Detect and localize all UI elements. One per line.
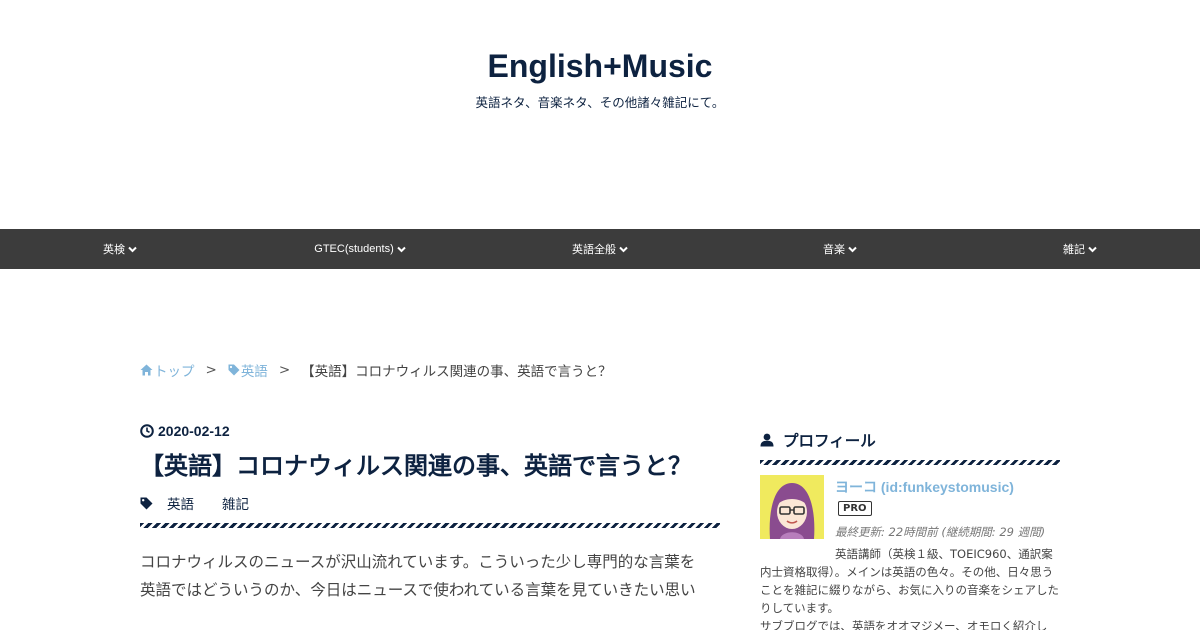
nav-item-label: 英検 bbox=[103, 244, 125, 256]
sidebar: プロフィール ヨーコ (id:funkeystomusic) PRO 最終更新:… bbox=[760, 428, 1060, 630]
nav-item-label: 英語全般 bbox=[572, 244, 616, 256]
chevron-down-icon bbox=[397, 246, 406, 252]
entry-category-misc[interactable]: 雑記 bbox=[222, 493, 249, 513]
breadcrumb-separator: > bbox=[205, 362, 217, 378]
nav-item-english-general[interactable]: 英語全般 bbox=[480, 229, 720, 269]
breadcrumb-separator: > bbox=[278, 362, 291, 378]
nav-item-label: 音楽 bbox=[823, 244, 845, 256]
breadcrumb-current: 【英語】コロナウィルス関連の事、英語で言うと？ bbox=[301, 364, 612, 380]
avatar-illustration bbox=[760, 475, 824, 539]
entry-title[interactable]: 【英語】コロナウィルス関連の事、英語で言うと？ bbox=[140, 450, 720, 483]
tag-icon bbox=[228, 364, 240, 376]
breadcrumb-category-link[interactable]: 英語 bbox=[228, 360, 268, 380]
nav-item-misc[interactable]: 雑記 bbox=[960, 229, 1200, 269]
breadcrumb: トップ > 英語 > 【英語】コロナウィルス関連の事、英語で言うと？ bbox=[140, 360, 612, 380]
chevron-down-icon bbox=[848, 246, 857, 252]
entry-body: コロナウィルスのニュースが沢山流れています。こういった少し専門的な言葉を 英語で… bbox=[140, 548, 720, 604]
profile-name-link[interactable]: ヨーコ (id:funkeystomusic) bbox=[835, 477, 1014, 497]
profile-description: 英語講師（英検１級、TOEIC960、通訳案内士資格取得）。メインは英語の色々。… bbox=[760, 545, 1060, 630]
entry: 2020-02-12 【英語】コロナウィルス関連の事、英語で言うと？ 英語 雑記… bbox=[140, 420, 720, 604]
profile-divider bbox=[760, 460, 1060, 465]
breadcrumb-home-link[interactable]: トップ bbox=[140, 360, 195, 380]
profile-description-line: サブブログでは、英語をオオマジメー、オモロく紹介し bbox=[760, 619, 1048, 630]
entry-body-line: コロナウィルスのニュースが沢山流れています。こういった少し専門的な言葉を bbox=[140, 553, 696, 571]
chevron-down-icon bbox=[1088, 246, 1097, 252]
entry-header-divider bbox=[140, 523, 720, 528]
entry-body-line: 英語ではどういうのか、今日はニュースで使われている言葉を見ていきたい思い bbox=[140, 581, 696, 599]
entry-category-english[interactable]: 英語 bbox=[167, 493, 194, 513]
entry-date[interactable]: 2020-02-12 bbox=[140, 420, 720, 442]
site-header: English+Music 英語ネタ、音楽ネタ、その他諸々雑記にて。 bbox=[0, 0, 1200, 229]
nav-item-music[interactable]: 音楽 bbox=[720, 229, 960, 269]
entry-date-text: 2020-02-12 bbox=[158, 423, 230, 439]
chevron-down-icon bbox=[128, 246, 137, 252]
tag-icon bbox=[140, 497, 153, 509]
site-description: 英語ネタ、音楽ネタ、その他諸々雑記にて。 bbox=[475, 95, 725, 110]
profile-description-line: 英語講師（英検１級、TOEIC960、通訳案内士資格取得）。メインは英語の色々。… bbox=[760, 547, 1059, 615]
profile-heading: プロフィール bbox=[783, 432, 876, 450]
home-icon bbox=[140, 364, 153, 376]
avatar[interactable] bbox=[760, 475, 824, 539]
nav-item-label: GTEC(students) bbox=[314, 243, 394, 255]
site-title[interactable]: English+Music bbox=[0, 48, 1200, 85]
pro-badge: PRO bbox=[838, 501, 872, 516]
profile-last-update: 最終更新: 22時間前 (継続期間: 29 週間) bbox=[835, 525, 1046, 539]
nav-item-label: 雑記 bbox=[1063, 244, 1085, 256]
clock-icon bbox=[140, 424, 154, 438]
breadcrumb-category-label: 英語 bbox=[240, 364, 268, 380]
global-nav: 英検 GTEC(students) 英語全般 音楽 雑記 bbox=[0, 229, 1200, 269]
chevron-down-icon bbox=[619, 246, 628, 252]
entry-categories: 英語 雑記 bbox=[140, 493, 720, 513]
user-icon bbox=[760, 433, 774, 447]
nav-item-eiken[interactable]: 英検 bbox=[0, 229, 240, 269]
nav-item-gtec[interactable]: GTEC(students) bbox=[240, 229, 480, 269]
profile-module-title: プロフィール bbox=[760, 428, 1060, 452]
breadcrumb-home-label: トップ bbox=[154, 364, 195, 380]
